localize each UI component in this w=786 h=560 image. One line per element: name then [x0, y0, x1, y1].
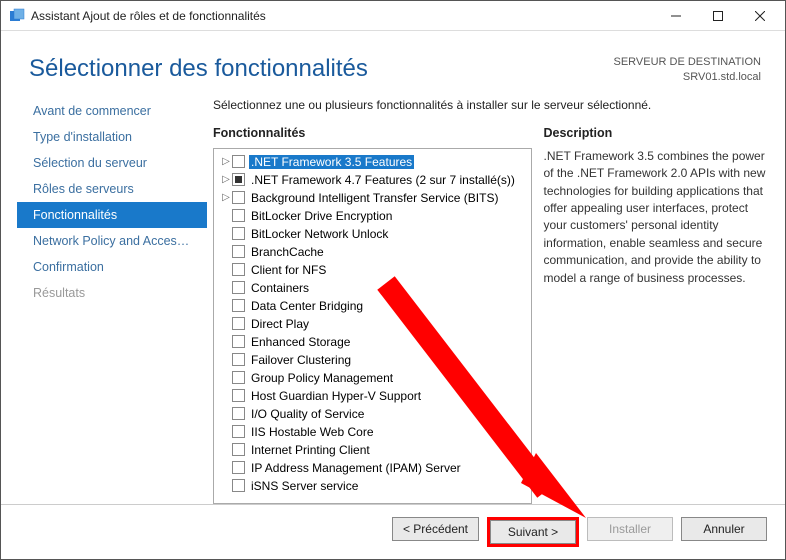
- feature-checkbox[interactable]: [232, 227, 245, 240]
- feature-label: Host Guardian Hyper-V Support: [249, 389, 423, 403]
- feature-checkbox[interactable]: [232, 245, 245, 258]
- step-server-roles[interactable]: Rôles de serveurs: [17, 176, 207, 202]
- feature-checkbox[interactable]: [232, 389, 245, 402]
- feature-item[interactable]: IP Address Management (IPAM) Server: [218, 459, 529, 477]
- feature-checkbox[interactable]: [232, 371, 245, 384]
- feature-checkbox[interactable]: [232, 155, 245, 168]
- feature-checkbox[interactable]: [232, 335, 245, 348]
- feature-label: Client for NFS: [249, 263, 328, 277]
- feature-label: IIS Hostable Web Core: [249, 425, 376, 439]
- window-controls: [655, 2, 781, 30]
- feature-item[interactable]: ▷ Background Intelligent Transfer Service…: [218, 189, 529, 207]
- main-content: Sélectionnez une ou plusieurs fonctionna…: [207, 94, 777, 504]
- feature-label: IP Address Management (IPAM) Server: [249, 461, 463, 475]
- feature-item[interactable]: Internet Printing Client: [218, 441, 529, 459]
- feature-label: Background Intelligent Transfer Service …: [249, 191, 500, 205]
- feature-checkbox[interactable]: [232, 479, 245, 492]
- destination-server: SRV01.std.local: [613, 70, 761, 85]
- description-text: .NET Framework 3.5 combines the power of…: [544, 148, 772, 287]
- intro-text: Sélectionnez une ou plusieurs fonctionna…: [213, 98, 771, 112]
- feature-checkbox[interactable]: [232, 317, 245, 330]
- description-heading: Description: [544, 126, 772, 140]
- step-server-selection[interactable]: Sélection du serveur: [17, 150, 207, 176]
- destination-label: SERVEUR DE DESTINATION: [613, 55, 761, 70]
- feature-item[interactable]: Group Policy Management: [218, 369, 529, 387]
- feature-item[interactable]: Enhanced Storage: [218, 333, 529, 351]
- wizard-footer: < Précédent Suivant > Installer Annuler: [1, 504, 785, 559]
- feature-checkbox[interactable]: [232, 263, 245, 276]
- feature-checkbox[interactable]: [232, 191, 245, 204]
- expand-icon[interactable]: ▷: [220, 156, 232, 167]
- destination-info: SERVEUR DE DESTINATION SRV01.std.local: [613, 55, 761, 86]
- step-confirmation[interactable]: Confirmation: [17, 254, 207, 280]
- feature-label: .NET Framework 3.5 Features: [249, 155, 414, 169]
- feature-checkbox[interactable]: [232, 299, 245, 312]
- feature-item[interactable]: BitLocker Network Unlock: [218, 225, 529, 243]
- feature-label: Direct Play: [249, 317, 311, 331]
- feature-checkbox[interactable]: [232, 281, 245, 294]
- step-before-begin[interactable]: Avant de commencer: [17, 98, 207, 124]
- feature-label: Failover Clustering: [249, 353, 353, 367]
- feature-item[interactable]: Host Guardian Hyper-V Support: [218, 387, 529, 405]
- expand-icon[interactable]: ▷: [220, 174, 232, 185]
- feature-item[interactable]: I/O Quality of Service: [218, 405, 529, 423]
- expand-icon[interactable]: ▷: [220, 192, 232, 203]
- steps-nav: Avant de commencer Type d'installation S…: [17, 94, 207, 504]
- feature-label: .NET Framework 4.7 Features (2 sur 7 ins…: [249, 173, 517, 187]
- feature-item[interactable]: ▷ .NET Framework 4.7 Features (2 sur 7 in…: [218, 171, 529, 189]
- feature-label: I/O Quality of Service: [249, 407, 366, 421]
- feature-item[interactable]: Client for NFS: [218, 261, 529, 279]
- wizard-header: Sélectionner des fonctionnalités SERVEUR…: [1, 31, 785, 94]
- feature-item[interactable]: BitLocker Drive Encryption: [218, 207, 529, 225]
- app-icon: [9, 8, 25, 24]
- close-button[interactable]: [739, 2, 781, 30]
- wizard-window: Assistant Ajout de rôles et de fonctionn…: [0, 0, 786, 560]
- install-button: Installer: [587, 517, 673, 541]
- cancel-button[interactable]: Annuler: [681, 517, 767, 541]
- step-nps[interactable]: Network Policy and Acces…: [17, 228, 207, 254]
- features-heading: Fonctionnalités: [213, 126, 532, 140]
- page-title: Sélectionner des fonctionnalités: [29, 55, 613, 86]
- feature-item[interactable]: Failover Clustering: [218, 351, 529, 369]
- step-features[interactable]: Fonctionnalités: [17, 202, 207, 228]
- feature-label: Enhanced Storage: [249, 335, 352, 349]
- previous-button[interactable]: < Précédent: [392, 517, 479, 541]
- feature-checkbox[interactable]: [232, 209, 245, 222]
- step-results: Résultats: [17, 280, 207, 306]
- step-install-type[interactable]: Type d'installation: [17, 124, 207, 150]
- feature-item[interactable]: ▷ .NET Framework 3.5 Features: [218, 153, 529, 171]
- feature-item[interactable]: Containers: [218, 279, 529, 297]
- maximize-button[interactable]: [697, 2, 739, 30]
- feature-item[interactable]: Data Center Bridging: [218, 297, 529, 315]
- features-listbox[interactable]: ▷ .NET Framework 3.5 Features ▷ .NET Framew…: [213, 148, 532, 504]
- feature-checkbox[interactable]: [232, 173, 245, 186]
- feature-checkbox[interactable]: [232, 353, 245, 366]
- feature-item[interactable]: BranchCache: [218, 243, 529, 261]
- feature-checkbox[interactable]: [232, 407, 245, 420]
- minimize-button[interactable]: [655, 2, 697, 30]
- feature-label: BitLocker Network Unlock: [249, 227, 390, 241]
- feature-item[interactable]: iSNS Server service: [218, 477, 529, 495]
- window-title: Assistant Ajout de rôles et de fonctionn…: [31, 9, 655, 23]
- titlebar: Assistant Ajout de rôles et de fonctionn…: [1, 1, 785, 31]
- feature-label: BranchCache: [249, 245, 326, 259]
- next-button-highlight: Suivant >: [487, 517, 579, 547]
- feature-label: BitLocker Drive Encryption: [249, 209, 394, 223]
- feature-label: iSNS Server service: [249, 479, 360, 493]
- feature-label: Data Center Bridging: [249, 299, 365, 313]
- wizard-body: Avant de commencer Type d'installation S…: [1, 94, 785, 504]
- feature-item[interactable]: Direct Play: [218, 315, 529, 333]
- feature-label: Containers: [249, 281, 311, 295]
- next-button[interactable]: Suivant >: [490, 520, 576, 544]
- feature-item[interactable]: IIS Hostable Web Core: [218, 423, 529, 441]
- feature-label: Internet Printing Client: [249, 443, 372, 457]
- feature-checkbox[interactable]: [232, 461, 245, 474]
- feature-label: Group Policy Management: [249, 371, 395, 385]
- feature-checkbox[interactable]: [232, 425, 245, 438]
- feature-checkbox[interactable]: [232, 443, 245, 456]
